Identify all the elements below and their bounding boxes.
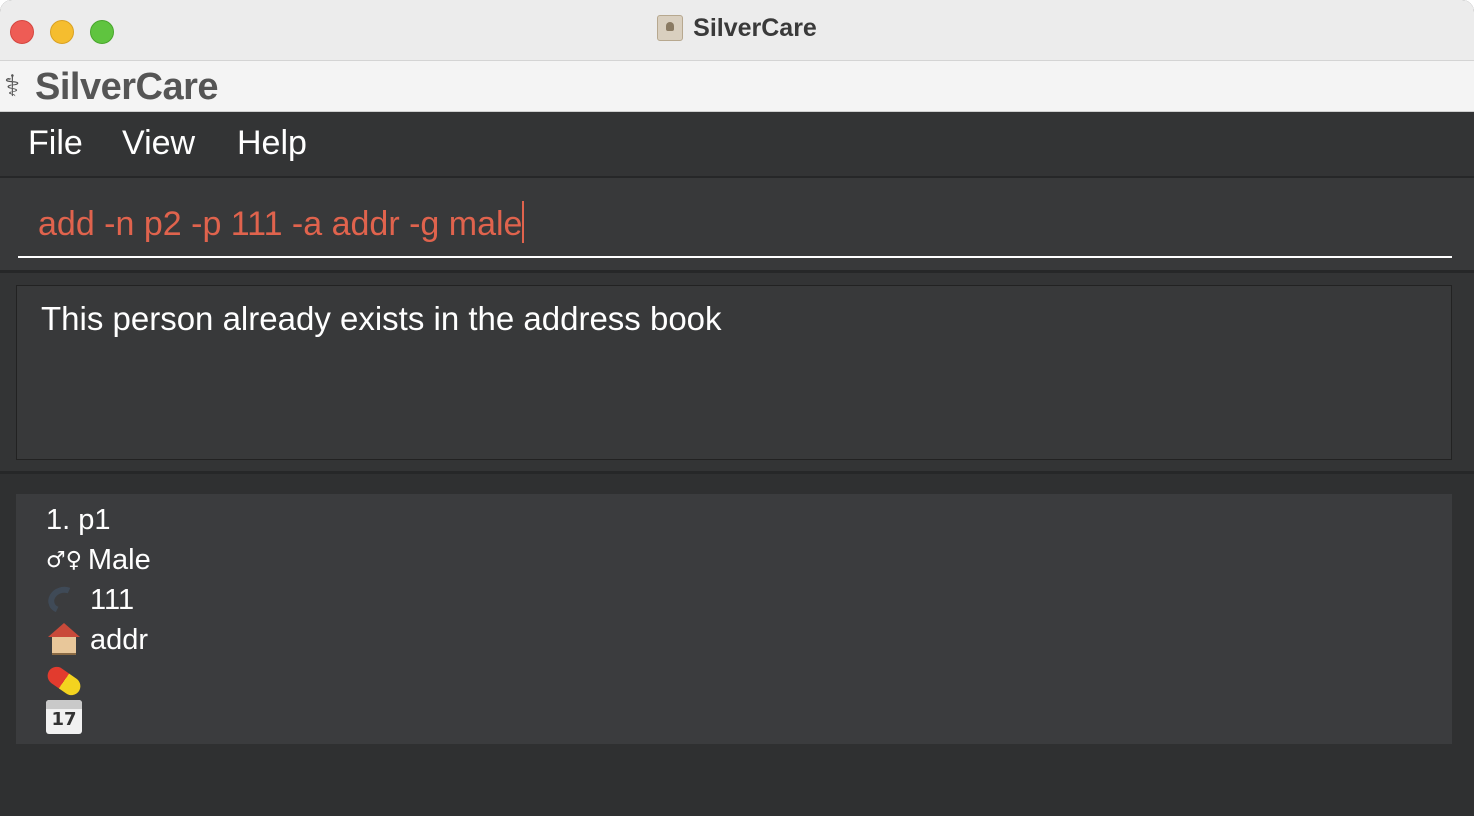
calendar-icon: 17 — [46, 700, 82, 734]
menu-bar: File View Help — [0, 112, 1474, 178]
command-text: add -n p2 -p 111 -a addr -g male — [38, 205, 523, 243]
person-phone-row: 111 — [46, 583, 134, 617]
calendar-day: 17 — [51, 709, 77, 730]
result-display-area: This person already exists in the addres… — [0, 273, 1474, 474]
person-appointment-row: 17 — [46, 700, 90, 736]
window-title: SilverCare — [693, 14, 817, 42]
person-gender: Male — [87, 544, 151, 576]
command-box-area: add -n p2 -p 111 -a addr -g male — [0, 178, 1474, 273]
person-index-name: 1. p1 — [46, 504, 111, 536]
app-window: SilverCare ⚕ SilverCare File View Help a… — [0, 0, 1474, 816]
person-list[interactable]: 1. p1 ♂♀ Male 111 addr 17 — [0, 474, 1474, 816]
window-titlebar: SilverCare — [0, 0, 1474, 61]
person-address: addr — [90, 624, 149, 656]
window-title-group: SilverCare — [0, 14, 1474, 48]
menu-view[interactable]: View — [122, 124, 195, 163]
house-icon — [46, 623, 82, 655]
person-address-row: addr — [46, 623, 148, 657]
person-gender-row: ♂♀ Male — [46, 544, 151, 580]
pill-icon — [46, 664, 82, 696]
menu-help[interactable]: Help — [237, 124, 307, 163]
gender-icon: ♂♀ — [46, 548, 82, 573]
person-phone: 111 — [90, 584, 135, 616]
app-header: ⚕ SilverCare — [0, 61, 1474, 112]
person-card[interactable]: 1. p1 ♂♀ Male 111 addr 17 — [16, 494, 1452, 744]
text-caret — [522, 201, 525, 243]
result-message: This person already exists in the addres… — [41, 300, 722, 337]
menu-file[interactable]: File — [28, 124, 83, 163]
command-input[interactable]: add -n p2 -p 111 -a addr -g male — [18, 198, 1452, 258]
app-document-icon — [657, 15, 684, 41]
caduceus-icon: ⚕ — [4, 69, 21, 104]
result-display[interactable]: This person already exists in the addres… — [16, 285, 1452, 460]
person-medication-row — [46, 664, 90, 698]
phone-icon — [46, 583, 82, 615]
app-name: SilverCare — [35, 66, 219, 108]
